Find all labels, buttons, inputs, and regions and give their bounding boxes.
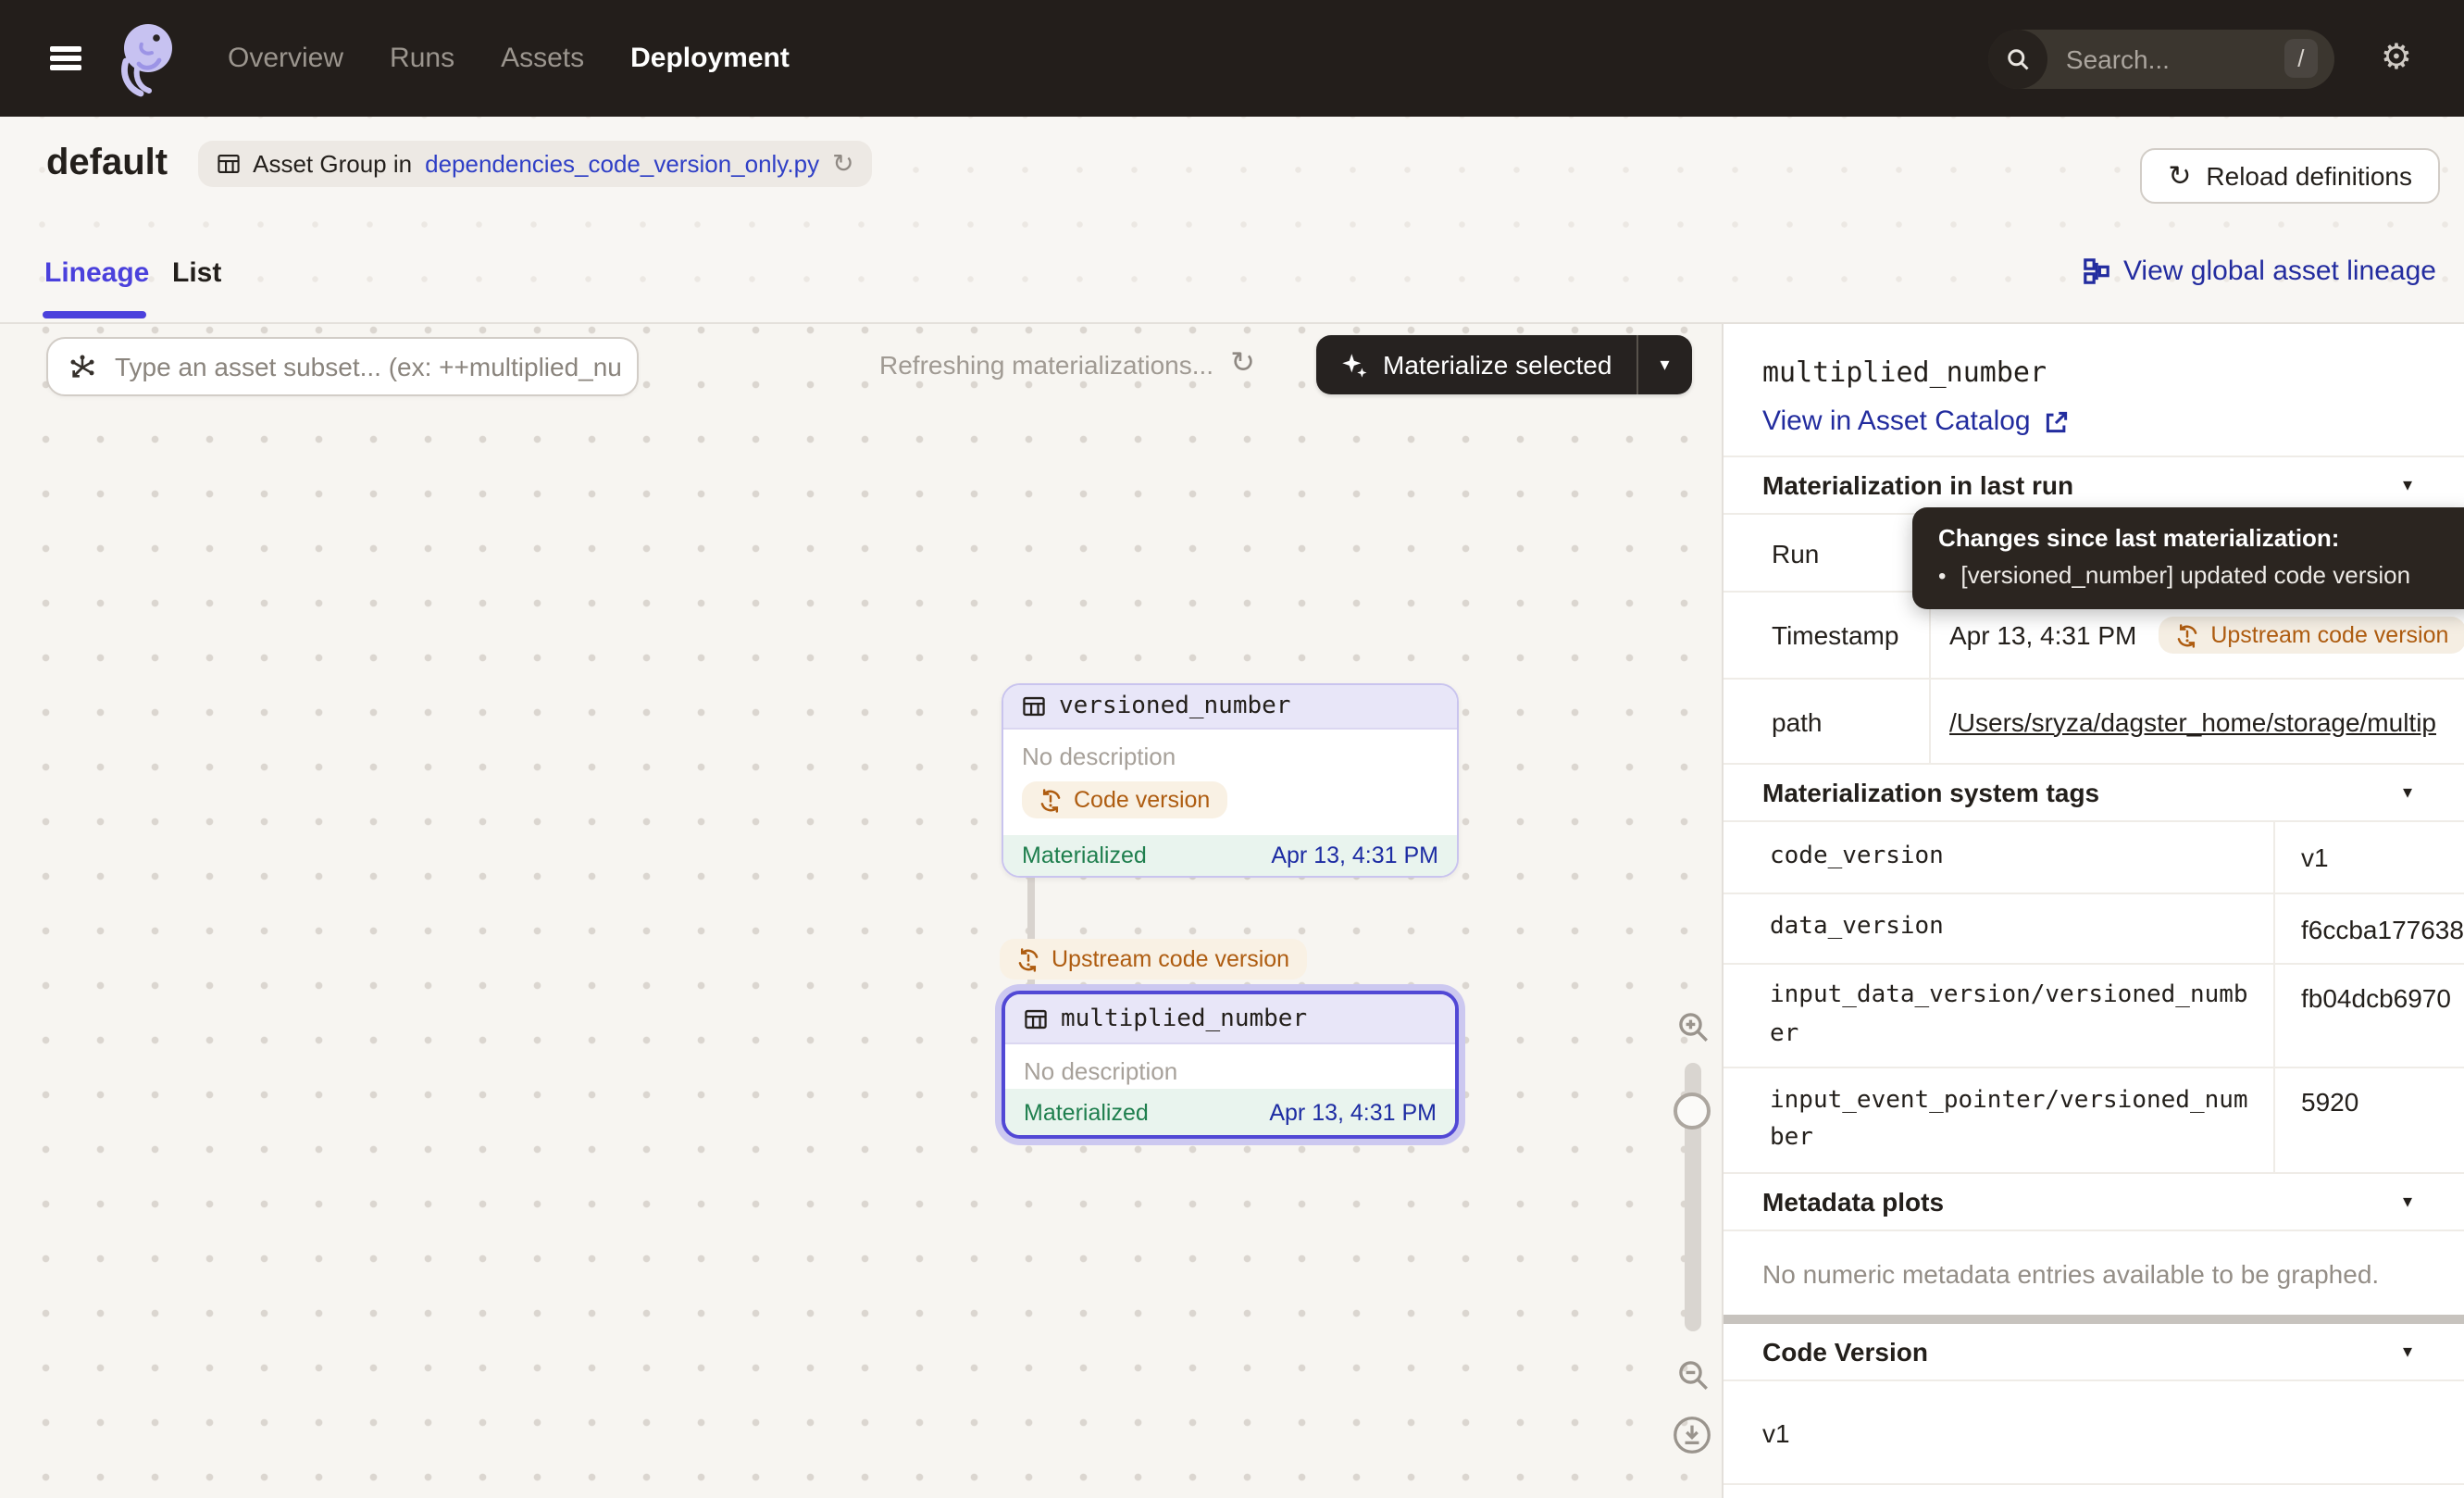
dagster-logo-icon[interactable] [113,19,180,97]
sidebar-asset-name: multiplied_number [1762,356,2464,389]
search-input[interactable] [2047,44,2284,73]
search-icon [1988,29,2047,88]
path-row: path /Users/sryza/dagster_home/storage/m… [1724,680,2464,765]
slash-shortcut-badge: / [2284,39,2318,78]
download-graph-icon[interactable] [1672,1415,1712,1455]
tag-key: input_data_version/versioned_number [1724,965,2275,1067]
global-search[interactable]: / [1988,29,2334,88]
asset-node-description: No description [1005,1044,1455,1085]
asset-group-icon [216,152,240,176]
asset-node-versioned-number[interactable]: versioned_number No description Code ver… [1002,683,1459,878]
upstream-code-version-tag[interactable]: Upstream code version [1000,939,1306,980]
tag-key: code_version [1724,822,2275,893]
zoom-out-icon[interactable] [1674,1357,1710,1392]
asset-group-chip: Asset Group in dependencies_code_version… [197,141,872,187]
page-title: default [46,143,168,185]
chevron-down-icon[interactable]: ▾ [2403,1192,2412,1212]
tag-key: input_event_pointer/versioned_number [1724,1068,2275,1172]
materialized-timestamp[interactable]: Apr 13, 4:31 PM [1271,843,1438,868]
sparkle-icon [1340,351,1368,379]
reload-icon: ↻ [2168,162,2191,190]
top-nav: Overview Runs Assets Deployment / ⚙ [0,0,2464,117]
tab-lineage[interactable]: Lineage [44,257,149,289]
materialized-status: Materialized [1022,843,1147,868]
external-link-icon [2044,408,2070,434]
nav-item-deployment[interactable]: Deployment [630,43,790,74]
system-tag-row: data_version f6ccba177638 [1724,894,2464,965]
materialized-timestamp[interactable]: Apr 13, 4:31 PM [1269,1099,1437,1125]
tag-value: 5920 [2275,1068,2464,1172]
asset-subset-icon [68,353,96,381]
tag-value: v1 [2275,822,2464,893]
code-version-icon [1016,947,1040,971]
tag-value: fb04dcb6970 [2275,965,2464,1067]
tag-key: data_version [1724,894,2275,963]
zoom-in-icon[interactable] [1674,1009,1710,1044]
tag-value: f6ccba177638 [2275,894,2464,963]
metadata-plots-empty-text: No numeric metadata entries available to… [1724,1231,2464,1315]
zoom-slider-knob[interactable] [1674,1092,1711,1130]
nav-item-runs[interactable]: Runs [390,43,454,74]
view-global-asset-lineage-link[interactable]: View global asset lineage [2083,256,2436,287]
materialize-dropdown-caret[interactable]: ▾ [1636,335,1691,394]
chevron-down-icon[interactable]: ▾ [2403,475,2412,495]
run-label: Run [1724,515,1931,591]
menu-icon[interactable] [50,46,81,70]
lineage-graph-icon [2083,257,2110,285]
nav-links: Overview Runs Assets Deployment [228,43,790,74]
changes-tooltip: Changes since last materialization: • [v… [1912,507,2464,609]
asset-graph-pane[interactable]: Refreshing materializations... ↻ Materia… [0,324,1722,1498]
asset-details-sidebar: multiplied_number View in Asset Catalog … [1722,324,2464,1498]
asset-group-file-link[interactable]: dependencies_code_version_only.py [425,150,819,178]
code-version-tag[interactable]: Code version [1022,781,1226,818]
nav-item-assets[interactable]: Assets [501,43,584,74]
dagster-app: Overview Runs Assets Deployment / ⚙ defa… [0,0,2464,1498]
gear-icon[interactable]: ⚙ [2370,39,2423,78]
section-divider [1724,1315,2464,1324]
system-tag-row: code_version v1 [1724,822,2464,894]
section-metadata-plots[interactable]: Metadata plots ▾ [1724,1174,2464,1231]
asset-node-title: versioned_number [1059,693,1290,720]
code-version-value: v1 [1724,1381,2464,1485]
tooltip-title: Changes since last materialization: [1938,524,2453,552]
tab-list[interactable]: List [172,257,221,289]
section-code-version[interactable]: Code Version ▾ [1724,1324,2464,1381]
section-materialization-system-tags[interactable]: Materialization system tags ▾ [1724,765,2464,822]
code-version-icon [1039,788,1063,812]
tooltip-change-item: [versioned_number] updated code version [1960,561,2410,589]
bullet-icon: • [1938,563,1946,589]
path-value-link[interactable]: /Users/sryza/dagster_home/storage/multip [1949,706,2436,736]
section-config[interactable]: Config [1724,1485,2464,1498]
reload-definitions-button[interactable]: ↻ Reload definitions [2140,148,2440,204]
nav-item-overview[interactable]: Overview [228,43,343,74]
refresh-icon[interactable]: ↻ [1230,350,1255,380]
view-in-asset-catalog-link[interactable]: View in Asset Catalog [1762,406,2070,437]
asset-subset-filter[interactable] [46,337,639,396]
table-icon [1022,694,1046,718]
zoom-slider[interactable] [1684,1063,1700,1331]
timestamp-label: Timestamp [1724,593,1931,678]
materialize-selected-button[interactable]: Materialize selected ▾ [1316,335,1691,394]
path-label: path [1724,680,1931,763]
zoom-controls [1668,1009,1716,1455]
chevron-down-icon[interactable]: ▾ [2403,782,2412,803]
chip-reload-icon[interactable]: ↻ [832,148,853,180]
system-tag-row: input_data_version/versioned_number fb04… [1724,965,2464,1068]
table-icon [1024,1006,1048,1030]
asset-node-description: No description [1003,730,1457,770]
section-materialization-in-last-run[interactable]: Materialization in last run ▾ [1724,457,2464,515]
chevron-down-icon[interactable]: ▾ [2403,1342,2412,1362]
asset-group-label: Asset Group in [253,150,412,178]
page-header: default Asset Group in dependencies_code… [0,117,2464,324]
materialized-status: Materialized [1024,1099,1149,1125]
system-tag-row: input_event_pointer/versioned_number 592… [1724,1068,2464,1174]
upstream-code-version-tag[interactable]: Upstream code version [2159,617,2464,654]
asset-subset-input[interactable] [111,350,637,383]
timestamp-value: Apr 13, 4:31 PM [1949,620,2136,650]
asset-node-title: multiplied_number [1061,1005,1307,1032]
refreshing-status: Refreshing materializations... ↻ [879,350,1255,380]
active-tab-underline [43,311,146,318]
code-version-icon [2175,623,2199,647]
asset-node-multiplied-number[interactable]: multiplied_number No description Materia… [1002,991,1459,1139]
